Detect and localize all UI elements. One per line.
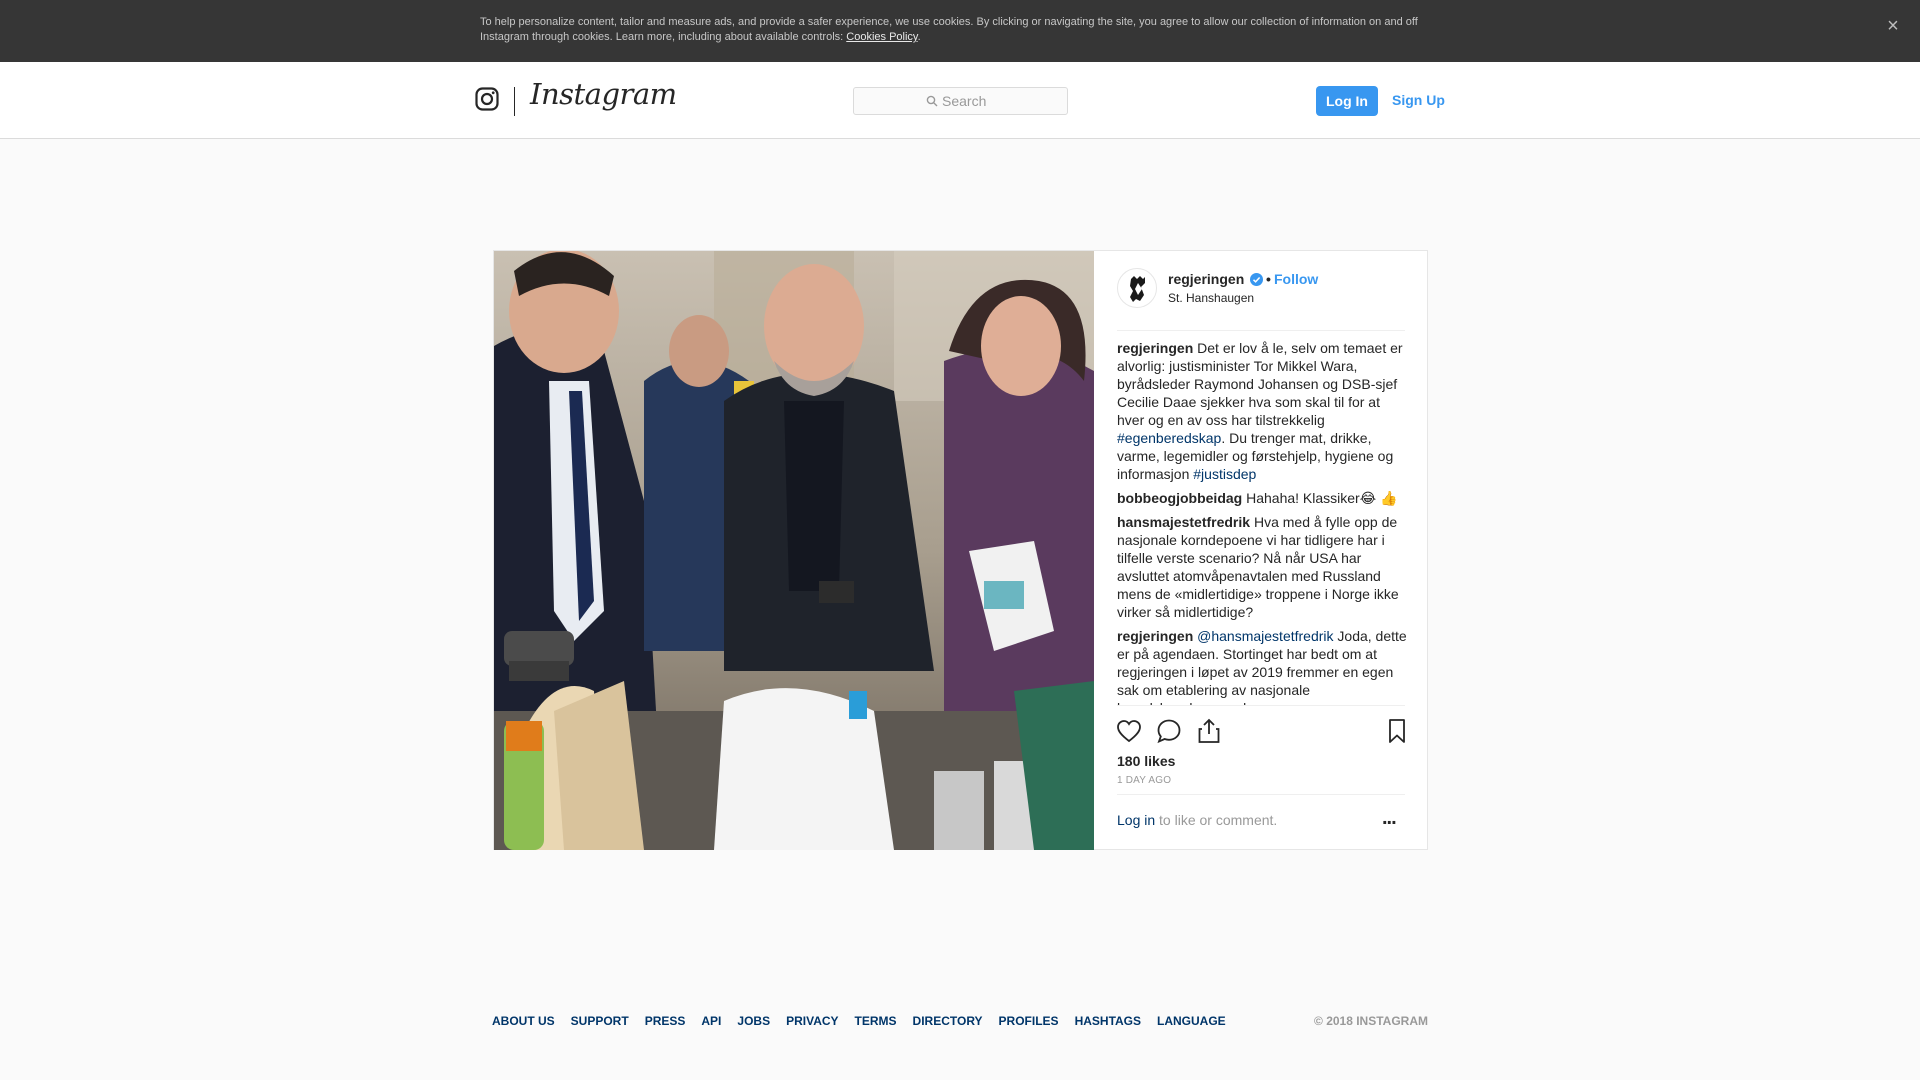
footer-link-support[interactable]: SUPPORT — [571, 1014, 629, 1028]
comment-item: regjeringen Det er lov å le, selv om tem… — [1117, 339, 1407, 483]
hashtag-link[interactable]: #egenberedskap — [1117, 430, 1221, 446]
cookie-banner: To help personalize content, tailor and … — [0, 0, 1920, 62]
crest-icon — [1130, 276, 1145, 302]
log-in-link[interactable]: Log in — [1117, 812, 1155, 828]
comment-icon[interactable] — [1155, 717, 1183, 745]
search-icon — [926, 95, 938, 107]
share-icon[interactable] — [1195, 717, 1223, 745]
nav-divider — [514, 87, 515, 116]
post-photo[interactable] — [494, 251, 1094, 850]
post-header: regjeringen • Follow St. Hanshaugen — [1094, 251, 1428, 331]
sign-up-link[interactable]: Sign Up — [1392, 86, 1445, 116]
copyright: © 2018 INSTAGRAM — [1314, 1014, 1428, 1028]
post-photo-graphic — [494, 251, 1094, 850]
cookie-suffix: . — [917, 31, 921, 43]
cookie-message: To help personalize content, tailor and … — [480, 16, 1418, 43]
comment-item: hansmajestetfredrik Hva med å fylle opp … — [1117, 513, 1407, 621]
footer-link-about-us[interactable]: ABOUT US — [492, 1014, 555, 1028]
comments-list: regjeringen Det er lov å le, selv om tem… — [1117, 339, 1407, 705]
footer-links: ABOUT US SUPPORT PRESS API JOBS PRIVACY … — [492, 1014, 1226, 1028]
footer-link-language[interactable]: LANGUAGE — [1157, 1014, 1226, 1028]
comment-username[interactable]: regjeringen — [1117, 340, 1193, 356]
follow-button[interactable]: Follow — [1274, 271, 1318, 287]
cookie-text: To help personalize content, tailor and … — [480, 15, 1440, 45]
footer-link-profiles[interactable]: PROFILES — [999, 1014, 1059, 1028]
more-options-icon[interactable]: ... — [1382, 808, 1406, 831]
footer-link-press[interactable]: PRESS — [645, 1014, 686, 1028]
search-placeholder: Search — [942, 93, 987, 109]
bookmark-icon[interactable] — [1383, 717, 1411, 745]
verified-badge-icon — [1250, 273, 1263, 286]
heart-icon[interactable] — [1115, 717, 1143, 745]
comment-username[interactable]: bobbeogjobbeidag — [1117, 490, 1242, 506]
footer-link-hashtags[interactable]: HASHTAGS — [1075, 1014, 1141, 1028]
footer-link-api[interactable]: API — [701, 1014, 721, 1028]
post-card: regjeringen • Follow St. Hanshaugen regj… — [493, 250, 1428, 850]
comment-username[interactable]: regjeringen — [1117, 628, 1193, 644]
hashtag-link[interactable]: #justisdep — [1193, 466, 1256, 482]
footer-link-privacy[interactable]: PRIVACY — [786, 1014, 838, 1028]
footer-link-jobs[interactable]: JOBS — [737, 1014, 770, 1028]
comment-text: Hahaha! Klassiker😂 👍 — [1246, 490, 1398, 506]
search-input[interactable]: Search — [853, 87, 1068, 115]
instagram-glyph-icon[interactable] — [475, 87, 499, 111]
footer-link-directory[interactable]: DIRECTORY — [913, 1014, 983, 1028]
top-nav: Instagram Search Log In Sign Up — [0, 62, 1920, 139]
avatar[interactable] — [1117, 268, 1157, 308]
header-divider — [1117, 330, 1405, 331]
header-separator: • — [1266, 271, 1271, 287]
comment-item: regjeringen @hansmajestetfredrik Joda, d… — [1117, 627, 1407, 705]
comment-item: bobbeogjobbeidag Hahaha! Klassiker😂 👍 — [1117, 489, 1407, 507]
log-in-button[interactable]: Log In — [1316, 86, 1378, 116]
instagram-logo[interactable]: Instagram — [530, 77, 677, 111]
cookies-policy-link[interactable]: Cookies Policy — [846, 31, 917, 43]
post-username[interactable]: regjeringen — [1168, 271, 1244, 287]
mention-link[interactable]: @hansmajestetfredrik — [1197, 628, 1333, 644]
post-location[interactable]: St. Hanshaugen — [1168, 291, 1254, 305]
post-sidebar: regjeringen • Follow St. Hanshaugen regj… — [1094, 251, 1428, 850]
footer-link-terms[interactable]: TERMS — [855, 1014, 897, 1028]
post-timestamp: 1 DAY AGO — [1117, 775, 1172, 786]
actions-divider — [1117, 705, 1405, 706]
bottom-divider — [1117, 794, 1405, 795]
likes-count[interactable]: 180 likes — [1117, 753, 1175, 769]
login-prompt-text: to like or comment. — [1155, 812, 1278, 828]
login-prompt: Log in to like or comment. — [1117, 812, 1277, 828]
close-icon[interactable]: × — [1880, 13, 1906, 39]
footer: ABOUT US SUPPORT PRESS API JOBS PRIVACY … — [492, 1014, 1428, 1032]
comment-username[interactable]: hansmajestetfredrik — [1117, 514, 1250, 530]
